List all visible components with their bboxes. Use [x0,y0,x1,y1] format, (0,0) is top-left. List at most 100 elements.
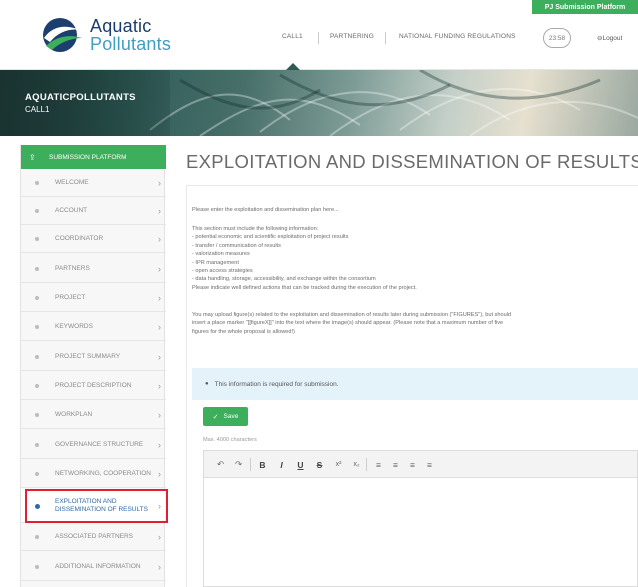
sidebar-item-label-line2: DISSEMINATION OF RESULTS [55,505,148,513]
sidebar-item-exploitation-dissemination[interactable]: EXPLOITATION AND DISSEMINATION OF RESULT… [21,489,166,523]
sidebar-heading-label: SUBMISSION PLATFORM [49,153,127,161]
active-nav-caret [286,63,300,70]
banner-subtitle: CALL1 [25,105,50,114]
upload-icon: ⇪ [29,152,36,162]
instruction-line: This section must include the following … [192,226,319,232]
instructions-intro: Please enter the exploitation and dissem… [192,207,339,213]
sidebar-item-associated-partners[interactable]: ASSOCIATED PARTNERS › [21,523,166,551]
max-characters-hint: Max. 4000 characters [203,437,257,443]
sidebar-item-label: PARTNERS [55,265,90,272]
logout-label: Logout [602,35,623,42]
editor-toolbar: ↶ ↷ B I U S x² x₂ ≡ ≡ ≡ ≡ [204,451,637,478]
chevron-right-icon: › [158,177,161,188]
align-center-icon[interactable]: ≡ [389,459,402,470]
sidebar-item-partners[interactable]: PARTNERS › [21,255,166,283]
strikethrough-icon[interactable]: S [313,459,326,470]
chevron-right-icon: › [158,500,161,511]
toolbar-separator [366,458,367,471]
undo-icon[interactable]: ↶ [214,459,227,470]
platform-badge: PJ Submission Platform [532,0,638,14]
sidebar-item-workplan[interactable]: WORKPLAN › [21,401,166,429]
sidebar-item-label: WELCOME [55,179,89,186]
sidebar-item-label-line1: EXPLOITATION AND [55,497,117,505]
instruction-line: - open access strategies [192,268,253,275]
upload-note-line: insert a place marker "[[figureX]]" into… [192,320,504,327]
upload-note-line: figures for the whole proposal is allowe… [192,328,295,335]
logo-mark-icon [43,18,82,52]
bullet-icon [35,355,39,359]
session-timer: 23:58 [543,28,571,48]
chevron-right-icon: › [158,321,161,332]
bullet-icon [35,565,39,569]
sidebar-item-label: COORDINATOR [55,235,104,242]
bullet-icon [35,443,39,447]
sidebar-item-label: NETWORKING, COOPERATION [55,470,151,477]
italic-icon[interactable]: I [275,459,288,470]
chevron-right-icon: › [158,561,161,572]
bullet-icon [35,472,39,476]
bold-icon[interactable]: B [256,459,269,470]
save-button-label: Save [223,413,239,420]
sidebar-item-welcome[interactable]: WELCOME › [21,169,166,197]
bullet-icon [35,535,39,539]
instruction-line: Please indicate well defined actions tha… [192,284,417,291]
site-logo[interactable]: Aquatic Pollutants [34,14,174,56]
sidebar-item-project-summary[interactable]: PROJECT SUMMARY › [21,343,166,371]
sidebar-item-governance-structure[interactable]: GOVERNANCE STRUCTURE › [21,431,166,459]
rich-text-editor[interactable]: ↶ ↷ B I U S x² x₂ ≡ ≡ ≡ ≡ [203,450,638,587]
sidebar-item-networking-cooperation[interactable]: NETWORKING, COOPERATION › [21,460,166,488]
sidebar-item-coordinator[interactable]: COORDINATOR › [21,225,166,253]
superscript-icon[interactable]: x² [332,459,345,470]
chevron-right-icon: › [158,292,161,303]
sidebar-item-label: ASSOCIATED PARTNERS [55,533,134,540]
sidebar-item-label: GOVERNANCE STRUCTURE [55,441,144,448]
sidebar-item-label: ADDITIONAL INFORMATION [55,563,141,570]
align-left-icon[interactable]: ≡ [372,459,385,470]
instruction-line: - valorization measures [192,251,250,258]
nav-call1[interactable]: CALL1 [282,33,303,47]
sidebar-item-project-description[interactable]: PROJECT DESCRIPTION › [21,372,166,400]
sidebar-item-additional-information[interactable]: ADDITIONAL INFORMATION › [21,553,166,581]
subscript-icon[interactable]: x₂ [350,459,363,470]
nav-divider [318,32,319,44]
nav-divider [385,32,386,44]
bullet-icon [35,267,39,271]
sidebar-item-label: WORKPLAN [55,411,93,418]
sidebar-item-label: KEYWORDS [55,323,93,330]
check-icon: ✓ [212,413,219,421]
logout-link[interactable]: ⊖Logout [597,34,622,42]
justify-icon[interactable]: ≡ [423,459,436,470]
bullet-icon: ● [205,381,209,387]
sidebar-item-keywords[interactable]: KEYWORDS › [21,313,166,341]
sidebar-item-project[interactable]: PROJECT › [21,284,166,312]
sidebar-item-account[interactable]: ACCOUNT › [21,197,166,225]
save-button[interactable]: ✓ Save [203,407,248,426]
bullet-icon [35,209,39,213]
upload-note-line: You may upload figure(s) related to the … [192,312,512,318]
bullet-icon [35,237,39,241]
bullet-icon [35,325,39,329]
bullet-icon [35,296,39,300]
sidebar-item-label: PROJECT [55,294,86,301]
chevron-right-icon: › [158,351,161,362]
top-header: PJ Submission Platform Aquatic Pollutant… [0,0,638,70]
chevron-right-icon: › [158,468,161,479]
chevron-right-icon: › [158,380,161,391]
logo-text-pollutants: Pollutants [90,34,172,54]
nav-national-funding-regulations[interactable]: NATIONAL FUNDING REGULATIONS [399,33,516,47]
page-title: EXPLOITATION AND DISSEMINATION OF RESULT… [186,151,638,172]
active-bullet-icon [35,504,40,509]
redo-icon[interactable]: ↷ [232,459,245,470]
instruction-line: - potential economic and scientific expl… [192,234,349,241]
align-right-icon[interactable]: ≡ [406,459,419,470]
sidebar-item-label: ACCOUNT [55,207,88,214]
chevron-right-icon: › [158,233,161,244]
underline-icon[interactable]: U [294,459,307,470]
chevron-right-icon: › [158,409,161,420]
nav-partnering[interactable]: PARTNERING [330,33,374,47]
toolbar-separator [250,458,251,471]
required-info-alert: ● This information is required for submi… [192,368,638,400]
bullet-icon [35,181,39,185]
sidebar-heading[interactable]: ⇪ SUBMISSION PLATFORM [21,145,166,169]
chevron-right-icon: › [158,439,161,450]
